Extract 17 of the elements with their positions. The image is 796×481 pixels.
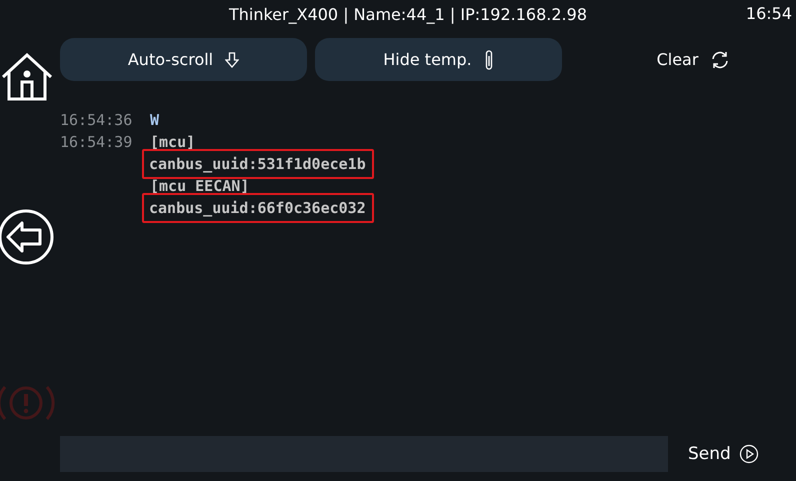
refresh-icon	[710, 50, 730, 70]
send-button[interactable]: Send	[688, 444, 759, 464]
toolbar-button[interactable]: Hide temp.	[315, 38, 562, 81]
log-timestamp: 16:54:36	[60, 110, 134, 131]
log-message: canbus_uuid:531f1d0ece1b	[142, 149, 374, 179]
play-icon	[738, 444, 759, 464]
window-title: Thinker_X400 | Name:44_1 | IP:192.168.2.98	[228, 4, 587, 24]
thermometer-icon	[484, 50, 494, 70]
arrow-down-icon	[225, 52, 240, 68]
home-icon[interactable]	[0, 53, 54, 101]
toolbar-button[interactable]: Clear	[570, 38, 796, 81]
log-message: canbus_uuid:66f0c36ec032	[142, 193, 374, 223]
clock-time: 16:54	[746, 4, 792, 23]
back-icon[interactable]	[0, 209, 54, 265]
log-timestamp: 16:54:39	[60, 132, 134, 153]
log-message: W	[149, 110, 160, 131]
toolbar-button[interactable]: Auto-scroll	[60, 38, 307, 81]
